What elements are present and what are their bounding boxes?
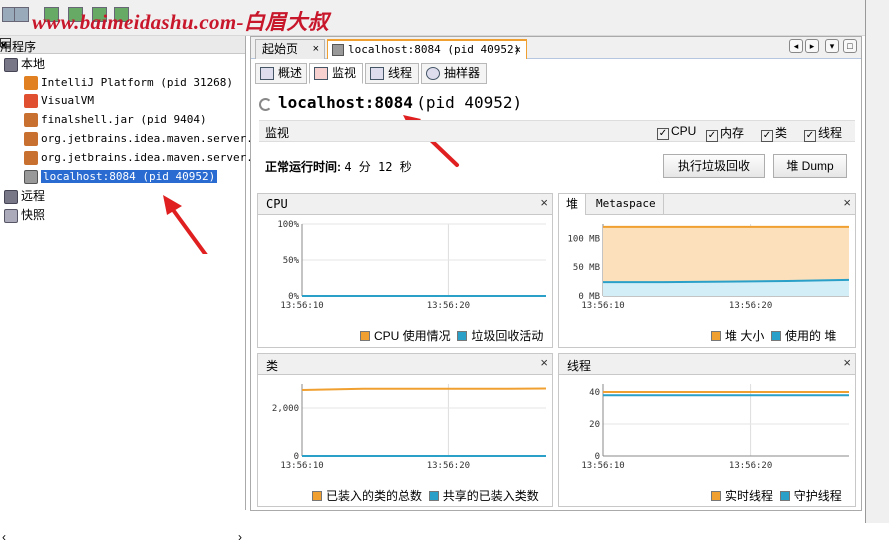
legend-swatch-blue bbox=[457, 331, 468, 341]
maximize-button[interactable]: □ bbox=[843, 39, 857, 53]
close-icon[interactable]: × bbox=[843, 355, 851, 370]
y-tick-label: 50 MB bbox=[573, 263, 600, 273]
jar-icon bbox=[332, 44, 344, 56]
subtab-overview[interactable]: 概述 bbox=[255, 63, 307, 84]
heap-chart: 0 MB50 MB100 MB13:56:10 13:56:20 bbox=[567, 224, 850, 311]
checkmark-icon: ✓ bbox=[657, 128, 669, 140]
checkbox-classes[interactable]: ✓ 类 bbox=[761, 124, 787, 142]
threads-legend: 实时线程 守护线程 bbox=[711, 487, 842, 504]
heap-panel: 堆 Metaspace × 0 MB 50 MB 100 MB 13:56:10 13:… bbox=[558, 193, 856, 348]
subtab-sampler[interactable]: 抽样器 bbox=[421, 63, 487, 84]
scroll-right-icon[interactable]: › bbox=[238, 530, 242, 544]
heap-panel-header: 堆 Metaspace × bbox=[559, 194, 855, 215]
cpu-panel-title: CPU bbox=[266, 197, 288, 211]
horizontal-scrollbar[interactable]: ‹ › bbox=[0, 530, 246, 545]
threads-panel-title: 线程 bbox=[567, 359, 592, 373]
scroll-left-icon[interactable]: ‹ bbox=[2, 530, 6, 544]
close-icon[interactable]: × bbox=[540, 195, 548, 210]
y-tick-label: 2,000 bbox=[272, 404, 299, 414]
legend-swatch-blue bbox=[779, 491, 790, 501]
applications-panel: 用程序 × 本地 IntelliJ Platform (pid 31268) V… bbox=[0, 36, 266, 545]
panel-minimize-button[interactable] bbox=[0, 38, 11, 47]
subtab-monitor[interactable]: 监视 bbox=[309, 63, 363, 84]
threads-icon bbox=[370, 67, 384, 80]
tab-heap[interactable]: 堆 bbox=[559, 194, 587, 215]
checkmark-icon: ✓ bbox=[761, 130, 773, 142]
x-tick-label: 13:56:20 bbox=[729, 301, 772, 311]
watermark: www.baimeidashu.com-白眉大叔 bbox=[32, 10, 329, 34]
legend-swatch-orange bbox=[312, 491, 322, 501]
close-icon[interactable]: × bbox=[843, 195, 851, 210]
checkbox-memory[interactable]: ✓ 内存 bbox=[706, 124, 744, 142]
tab-close-icon[interactable]: × bbox=[313, 40, 319, 58]
applications-panel-header: 用程序 × bbox=[0, 36, 245, 54]
y-tick-label: 100% bbox=[277, 220, 299, 230]
checkbox-cpu[interactable]: ✓ CPU bbox=[657, 124, 696, 140]
cpu-chart: 0%50%100%13:56:10 13:56:20 bbox=[277, 220, 546, 311]
x-tick-label: 13:56:10 bbox=[581, 301, 624, 311]
tab-scroll-left-button[interactable]: ◂ bbox=[789, 39, 803, 53]
loading-spinner-icon bbox=[259, 98, 272, 112]
classes-chart: 02,00013:56:10 13:56:20 bbox=[272, 384, 547, 471]
y-tick-label: 40 bbox=[589, 388, 600, 398]
heap-legend: 堆 大小 使用的 堆 bbox=[711, 327, 836, 344]
x-tick-label: 13:56:10 bbox=[280, 301, 323, 311]
subtab-threads[interactable]: 线程 bbox=[365, 63, 419, 84]
classes-panel-header: 类 × bbox=[258, 354, 552, 375]
heap-dump-button[interactable]: 堆 Dump bbox=[773, 154, 847, 178]
legend-swatch-blue bbox=[428, 491, 439, 501]
legend-swatch-orange bbox=[711, 491, 721, 501]
x-tick-label: 13:56:20 bbox=[427, 301, 470, 311]
tab-localhost[interactable]: localhost:8084 (pid 40952) × bbox=[327, 39, 527, 59]
right-edge bbox=[865, 0, 889, 523]
cpu-legend: CPU 使用情况 垃圾回收活动 bbox=[360, 327, 543, 344]
x-tick-label: 13:56:10 bbox=[280, 461, 323, 471]
toolbar-open-icon[interactable] bbox=[14, 7, 29, 22]
checkbox-threads[interactable]: ✓ 线程 bbox=[804, 124, 842, 142]
monitor-bar: 监视 ✓ CPU ✓ 内存 ✓ 类 ✓ 线程 bbox=[259, 120, 855, 142]
y-tick-label: 50% bbox=[283, 256, 300, 266]
x-tick-label: 13:56:20 bbox=[729, 461, 772, 471]
x-tick-label: 13:56:10 bbox=[581, 461, 624, 471]
plot-area bbox=[302, 384, 546, 456]
monitor-label: 监视 bbox=[265, 126, 290, 140]
tab-list-button[interactable]: ▾ bbox=[825, 39, 839, 53]
toolbar: www.baimeidashu.com-白眉大叔 bbox=[0, 0, 865, 36]
legend-swatch-orange bbox=[711, 331, 721, 341]
threads-panel: 线程 × 0 20 40 13:56:10 13:56:20 实时线程 守护线程 bbox=[558, 353, 856, 507]
legend-swatch-orange bbox=[360, 331, 370, 341]
overview-icon bbox=[260, 67, 274, 80]
tab-start-page[interactable]: 起始页 × bbox=[255, 39, 325, 59]
classes-panel: 类 × 0 2,000 13:56:10 13:56:20 已装入的类的总数 共享的已… bbox=[257, 353, 553, 507]
host-header: localhost:8084 (pid 40952) bbox=[259, 93, 522, 117]
tab-metaspace[interactable]: Metaspace bbox=[589, 194, 664, 215]
y-tick-label: 20 bbox=[589, 420, 600, 430]
main-panel: 起始页 × localhost:8084 (pid 40952) × ◂ ▸ ▾… bbox=[250, 36, 862, 511]
red-arrow-left bbox=[163, 195, 208, 254]
threads-panel-header: 线程 × bbox=[559, 354, 855, 375]
sampler-icon bbox=[426, 67, 440, 80]
y-tick-label: 100 MB bbox=[567, 234, 600, 244]
checkmark-icon: ✓ bbox=[706, 130, 718, 142]
uptime-value: 4 分 12 秒 bbox=[344, 160, 412, 174]
classes-panel-title: 类 bbox=[266, 359, 279, 373]
classes-legend: 已装入的类的总数 共享的已装入类数 bbox=[312, 487, 539, 504]
x-tick-label: 13:56:20 bbox=[427, 461, 470, 471]
checkmark-icon: ✓ bbox=[804, 130, 816, 142]
close-icon[interactable]: × bbox=[540, 355, 548, 370]
perform-gc-button[interactable]: 执行垃圾回收 bbox=[663, 154, 765, 178]
host-name: localhost:8084 bbox=[278, 93, 413, 112]
cpu-panel-header: CPU × bbox=[258, 194, 552, 215]
tab-close-icon[interactable]: × bbox=[514, 41, 521, 59]
legend-swatch-blue bbox=[771, 331, 782, 341]
host-pid: (pid 40952) bbox=[416, 93, 523, 112]
tab-scroll-right-button[interactable]: ▸ bbox=[805, 39, 819, 53]
threads-chart: 0204013:56:10 13:56:20 bbox=[581, 384, 849, 471]
uptime: 正常运行时间: 4 分 12 秒 bbox=[265, 158, 412, 175]
cpu-panel: CPU × 0% 50% 100% 13:56:10 13:56:20 CPU 使用情况… bbox=[257, 193, 553, 348]
uptime-label: 正常运行时间: bbox=[265, 160, 341, 174]
monitor-icon bbox=[314, 67, 328, 80]
document-tabs: 起始页 × localhost:8084 (pid 40952) × ◂ ▸ ▾… bbox=[251, 37, 861, 59]
